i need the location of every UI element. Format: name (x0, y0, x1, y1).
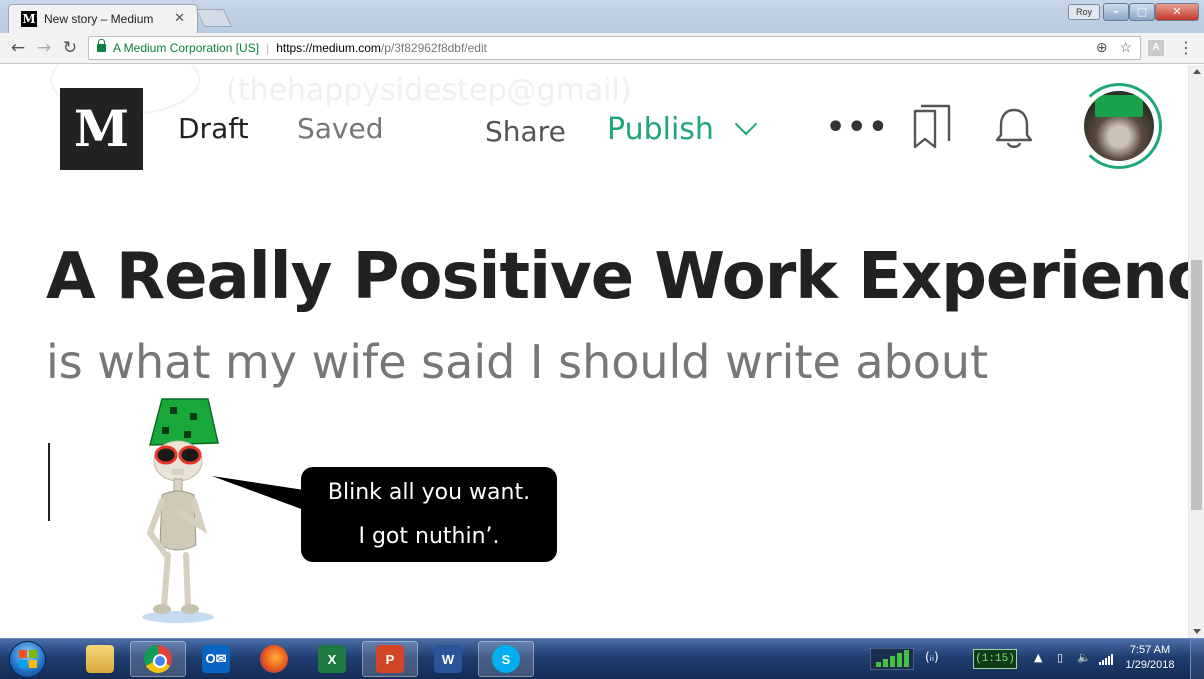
url-host[interactable]: https://medium.com (276, 41, 381, 55)
address-bar[interactable]: A Medium Corporation [US] | https://medi… (88, 36, 1141, 60)
browser-toolbar: ← → ↻ A Medium Corporation [US] | https:… (0, 33, 1204, 64)
zoom-icon[interactable]: ⊕ (1096, 39, 1108, 55)
bookmark-star-icon[interactable]: ☆ (1119, 39, 1132, 55)
taskbar-outlook[interactable]: O✉ (188, 641, 244, 677)
url-path[interactable]: /p/3f82962f8dbf/edit (381, 41, 487, 55)
omnibox-actions: ⊕ ☆ (1096, 39, 1132, 56)
lock-icon[interactable] (97, 39, 106, 53)
chrome-menu-icon[interactable]: ⋮ (1178, 38, 1194, 57)
show-hidden-icons-icon[interactable]: ▲ (1034, 651, 1042, 664)
speech-bubble: Blink all you want. I got nuthin’. (301, 467, 557, 562)
outlook-icon: O✉ (202, 645, 230, 673)
tab-close-icon[interactable]: ✕ (174, 11, 185, 26)
excel-icon: X (318, 645, 346, 673)
scroll-down-arrow-icon[interactable] (1193, 629, 1201, 634)
device-icon[interactable]: ▯ (1057, 651, 1063, 664)
signal-strength-icon[interactable] (870, 648, 914, 670)
word-icon: W (434, 645, 462, 673)
screen: M New story – Medium ✕ Roy – □ ✕ ← → ↻ A… (0, 0, 1204, 679)
medium-editor-page: (thehappysidestep@gmail) M Draft Saved S… (0, 65, 1188, 638)
system-clock[interactable]: 7:57 AM 1/29/2018 (1120, 643, 1180, 673)
folder-icon (86, 645, 114, 673)
clock-time: 7:57 AM (1129, 644, 1171, 656)
saved-status: Saved (297, 112, 384, 145)
speech-bubble-tail (212, 476, 304, 510)
chevron-down-icon (734, 112, 758, 135)
minimize-button[interactable]: – (1103, 3, 1129, 21)
extension-icon[interactable]: A (1148, 40, 1164, 56)
bell-icon[interactable] (994, 105, 1034, 151)
volume-icon[interactable]: 🔈 (1077, 651, 1091, 664)
background-ghost-text: (thehappysidestep@gmail) (226, 73, 632, 108)
scroll-up-arrow-icon[interactable] (1193, 69, 1201, 74)
profile-button[interactable]: Roy (1068, 4, 1100, 20)
draft-status: Draft (178, 112, 249, 145)
taskbar-firefox[interactable] (246, 641, 302, 677)
maximize-button[interactable]: □ (1129, 3, 1155, 21)
text-cursor (48, 443, 50, 521)
story-title[interactable]: A Really Positive Work Experience (46, 240, 1188, 314)
publish-label: Publish (607, 112, 714, 147)
medium-logo[interactable]: M (60, 88, 143, 170)
reload-button[interactable]: ↻ (60, 37, 80, 59)
chrome-icon (144, 645, 172, 673)
share-button[interactable]: Share (485, 115, 566, 148)
powerpoint-icon: P (376, 645, 404, 673)
taskbar-powerpoint[interactable]: P (362, 641, 418, 677)
more-options-icon[interactable]: ••• (826, 113, 890, 143)
wireless-network-icon[interactable]: (ᵢᵢ) (925, 650, 939, 679)
story-subtitle[interactable]: is what my wife said I should write abou… (46, 335, 988, 389)
bookmarks-icon[interactable] (912, 103, 952, 151)
avatar-image (1084, 91, 1154, 161)
taskbar-skype[interactable]: S (478, 641, 534, 677)
medium-favicon-icon: M (21, 11, 37, 27)
user-avatar[interactable] (1076, 83, 1162, 169)
taskbar-excel[interactable]: X (304, 641, 360, 677)
browser-tab-strip: M New story – Medium ✕ Roy – □ ✕ (0, 0, 1204, 33)
scroll-thumb[interactable] (1191, 260, 1202, 510)
taskbar-explorer[interactable] (72, 641, 128, 677)
url-separator: | (266, 41, 270, 55)
windows-logo-icon (19, 650, 37, 668)
tab-title: New story – Medium (44, 12, 154, 26)
network-bars-icon[interactable] (1099, 653, 1113, 665)
taskbar-chrome[interactable] (130, 641, 186, 677)
avatar-hat-shape (1095, 95, 1143, 117)
speech-bubble-line-1: Blink all you want. (327, 480, 531, 505)
start-button[interactable] (9, 641, 46, 678)
windows-taskbar: O✉ X P W S (ᵢᵢ) (1:15) ▲ ▯ 🔈 7:57 AM 1/2… (0, 638, 1204, 679)
publish-button[interactable]: Publish (607, 112, 758, 147)
skype-icon: S (492, 645, 520, 673)
show-desktop-button[interactable] (1190, 639, 1204, 679)
clock-date: 1/29/2018 (1125, 659, 1175, 671)
taskbar-word[interactable]: W (420, 641, 476, 677)
skeleton-illustration (142, 398, 219, 623)
site-identity[interactable]: A Medium Corporation [US] (113, 41, 259, 55)
battery-indicator[interactable]: (1:15) (973, 649, 1017, 669)
forward-button[interactable]: → (34, 37, 54, 59)
speech-bubble-line-2: I got nuthin’. (358, 524, 500, 549)
back-button[interactable]: ← (8, 37, 28, 59)
close-window-button[interactable]: ✕ (1155, 3, 1199, 21)
tab-new-story[interactable]: M New story – Medium ✕ (8, 4, 198, 33)
new-tab-button[interactable] (195, 9, 233, 27)
page-scrollbar[interactable] (1188, 65, 1204, 638)
firefox-icon (260, 645, 288, 673)
